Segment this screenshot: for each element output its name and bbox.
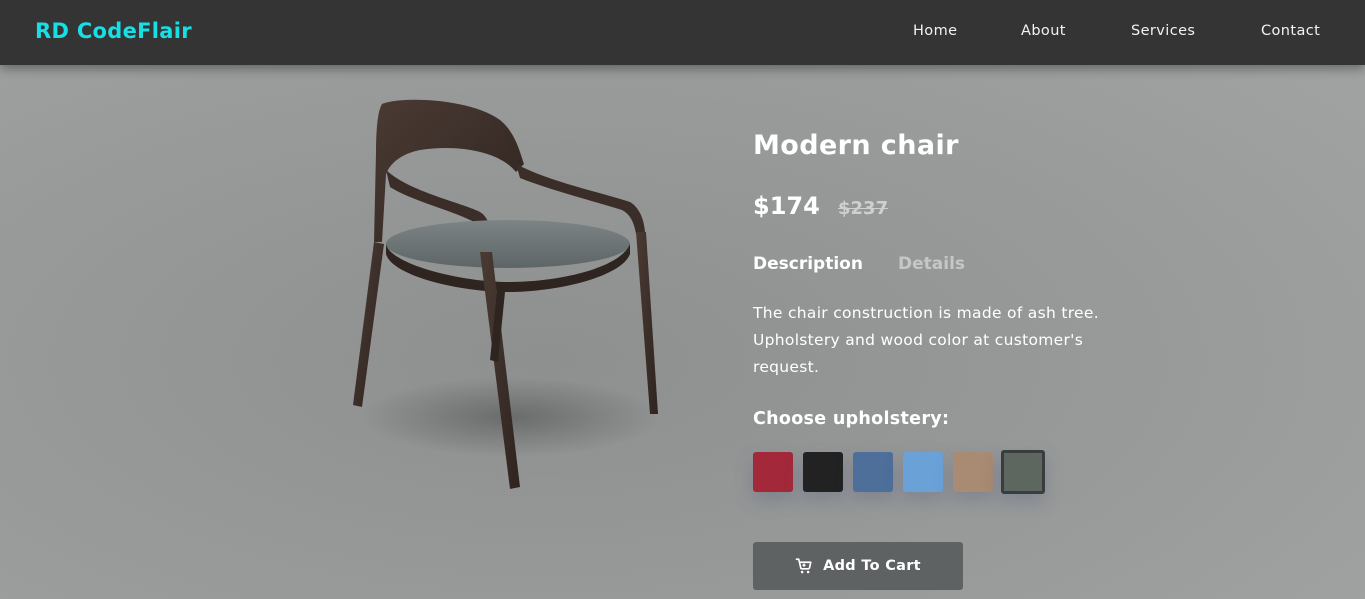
cart-icon	[795, 557, 813, 575]
tab-details[interactable]: Details	[898, 254, 965, 274]
nav-contact-link[interactable]: Contact	[1261, 23, 1320, 39]
brand-logo[interactable]: RD CodeFlair	[35, 19, 192, 43]
nav-services-link[interactable]: Services	[1131, 23, 1195, 39]
upholstery-swatch[interactable]	[1001, 450, 1045, 494]
nav-about-link[interactable]: About	[1021, 23, 1066, 39]
upholstery-swatch[interactable]	[853, 452, 893, 492]
tab-description[interactable]: Description	[753, 254, 863, 274]
chair-image	[353, 99, 660, 489]
navbar: RD CodeFlair Home About Services Contact	[0, 0, 1365, 65]
product-image	[340, 92, 680, 502]
product-description: The chair construction is made of ash tr…	[753, 304, 1099, 376]
add-to-cart-button[interactable]: Add To Cart	[753, 542, 963, 590]
add-to-cart-label: Add To Cart	[823, 558, 921, 574]
upholstery-label: Choose upholstery:	[753, 409, 950, 429]
upholstery-swatch[interactable]	[903, 452, 943, 492]
upholstery-swatch[interactable]	[753, 452, 793, 492]
product-old-price: $237	[838, 198, 889, 219]
product-price: $174	[753, 192, 820, 220]
product-title: Modern chair	[753, 130, 959, 161]
nav-home-link[interactable]: Home	[913, 23, 957, 39]
upholstery-swatch[interactable]	[953, 452, 993, 492]
upholstery-swatch[interactable]	[803, 452, 843, 492]
